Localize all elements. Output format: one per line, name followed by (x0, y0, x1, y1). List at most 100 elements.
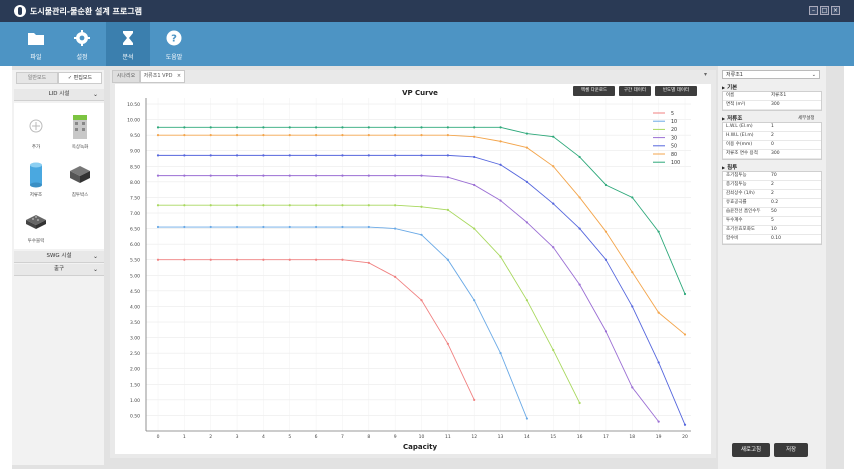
property-value[interactable]: 5 (771, 217, 774, 225)
help-button-label: 도움말 (165, 54, 183, 61)
property-row: 이용 수(mm) 0 (723, 141, 821, 150)
lid-tile-area: 추가 옥상녹화 저류조 침투박스 투수블럭 (14, 103, 104, 249)
close-tab-icon[interactable]: × (174, 70, 185, 83)
maximize-icon[interactable]: □ (820, 6, 829, 15)
tile-green-roof[interactable]: 옥상녹화 (62, 111, 98, 150)
tile-permeable-block[interactable]: 투수블럭 (18, 205, 54, 244)
analysis-button[interactable]: 분석 (106, 22, 150, 66)
infiltration-section-title: ▶ 침투 (722, 163, 737, 171)
property-value[interactable]: 300 (771, 101, 780, 109)
tile-add-label: 추가 (31, 145, 41, 150)
infiltration-properties: 초기침투능 70 종기침투능 2 감쇠상수 (1/h) 2 유효공극률 0.2 습윤전선 흡인수… (722, 171, 822, 245)
outlet-section-header[interactable]: 출구 ⌄ (14, 264, 104, 276)
property-row: 유효공극률 0.2 (723, 199, 821, 208)
chevron-down-icon: ⌄ (92, 91, 98, 98)
property-value[interactable]: 0.2 (771, 199, 778, 207)
property-name: 저류조 면수 용적 (726, 151, 758, 156)
storage-tank-icon (30, 162, 42, 188)
tile-storage-tank-label: 저류조 (29, 193, 43, 198)
property-name: L.W.L (El.m) (726, 124, 753, 129)
storage-section-title: ▶ 저류조 (722, 114, 742, 122)
outlet-section-label: 출구 (53, 266, 65, 272)
chevron-down-icon: ⌄ (92, 253, 98, 260)
help-button[interactable]: ? 도움말 (152, 22, 196, 66)
chevron-down-icon: ⌄ (92, 266, 98, 273)
property-name: 감쇠상수 (1/h) (726, 191, 755, 196)
tile-storage-tank[interactable]: 저류조 (18, 159, 54, 198)
tab-edit-mode[interactable]: ✓ 편집모드 (58, 72, 102, 84)
property-value[interactable]: 2 (771, 190, 774, 198)
property-name: 이름 (726, 93, 735, 98)
tile-green-roof-label: 옥상녹화 (71, 145, 89, 150)
tile-add[interactable]: 추가 (18, 111, 54, 150)
tab-scenario[interactable]: 시나리오 (112, 70, 140, 83)
svg-text:?: ? (171, 34, 177, 45)
minimize-icon[interactable]: – (809, 6, 818, 15)
property-row: H.W.L (El.m) 2 (723, 132, 821, 141)
property-value[interactable]: 0 (771, 141, 774, 149)
app-title: 도시물관리-물순환 설계 프로그램 (30, 7, 142, 16)
analysis-button-label: 분석 (122, 54, 134, 61)
segment-data-button[interactable]: 구간 데이터 (619, 86, 651, 96)
save-button[interactable]: 저장 (774, 443, 808, 457)
property-row: 저류조 면수 용적 300 (723, 150, 821, 159)
tile-infiltration-box[interactable]: 침투박스 (62, 159, 98, 198)
property-value[interactable]: 2 (771, 181, 774, 189)
property-row: 초기유효포화도 10 (723, 226, 821, 235)
close-icon[interactable]: × (831, 6, 840, 15)
property-value[interactable]: 10 (771, 226, 777, 234)
basic-section-title: ▶ 기본 (722, 83, 737, 91)
settings-button-label: 설정 (76, 54, 88, 61)
permeable-block-icon (26, 215, 46, 229)
gear-icon (74, 30, 90, 46)
tab-vpd[interactable]: 저류조1 VPD (140, 70, 176, 83)
tab-normal-mode[interactable]: 일반모드 (16, 72, 58, 84)
help-icon: ? (166, 30, 182, 46)
property-value[interactable]: 0.10 (771, 235, 781, 243)
object-select-value: 저류조1 (726, 72, 743, 78)
property-value[interactable]: 저류조1 (771, 92, 786, 100)
hourglass-icon (123, 31, 133, 45)
property-name: 유효공극률 (726, 200, 747, 205)
property-value[interactable]: 2 (771, 132, 774, 140)
basic-properties: 이름 저류조1 면적 (m²) 300 (722, 91, 822, 111)
folder-icon (28, 33, 44, 45)
property-row: L.W.L (El.m) 1 (723, 123, 821, 132)
lid-section-label: LID 시설 (48, 91, 70, 97)
title-bar: 도시물관리-물순환 설계 프로그램 – □ × (0, 0, 854, 22)
file-button[interactable]: 파일 (14, 22, 58, 66)
swg-section-label: SWG 시설 (46, 253, 72, 259)
property-value[interactable]: 50 (771, 208, 777, 216)
property-row: 투수계수 5 (723, 217, 821, 226)
swg-section-header[interactable]: SWG 시설 ⌄ (14, 251, 104, 263)
frequency-data-button[interactable]: 빈도별 데이터 (655, 86, 697, 96)
file-button-label: 파일 (30, 54, 42, 61)
property-row: 종기침투능 2 (723, 181, 821, 190)
settings-button[interactable]: 설정 (60, 22, 104, 66)
lid-section-header[interactable]: LID 시설 ⌄ (14, 89, 104, 101)
detail-settings-link[interactable]: 세부설정 (798, 115, 815, 121)
property-name: 함수비 (726, 236, 739, 241)
add-circle-icon (29, 119, 43, 133)
property-row: 면적 (m²) 300 (723, 101, 821, 110)
property-value[interactable]: 300 (771, 150, 780, 158)
chevron-down-icon: ⌄ (811, 72, 816, 78)
property-name: 면적 (m²) (726, 102, 746, 107)
property-row: 함수비 0.10 (723, 235, 821, 244)
property-name: 종기침투능 (726, 182, 747, 187)
property-value[interactable]: 1 (771, 123, 774, 131)
app-logo-icon (14, 5, 26, 17)
object-select[interactable]: 저류조1 ⌄ (722, 70, 820, 79)
property-name: 초기유효포화도 (726, 227, 755, 232)
refresh-button[interactable]: 새로고침 (732, 443, 770, 457)
property-row: 감쇠상수 (1/h) 2 (723, 190, 821, 199)
tab-menu-chevron-icon[interactable]: ▾ (704, 71, 707, 78)
chart-panel (115, 84, 711, 454)
property-row: 습윤전선 흡인수두 50 (723, 208, 821, 217)
excel-download-button[interactable]: 엑셀 다운로드 (573, 86, 615, 96)
vertical-scrollbar[interactable] (826, 66, 844, 469)
green-roof-building-icon (73, 115, 87, 139)
property-row: 초기침투능 70 (723, 172, 821, 181)
tile-infiltration-box-label: 침투박스 (71, 193, 89, 198)
property-value[interactable]: 70 (771, 172, 777, 180)
